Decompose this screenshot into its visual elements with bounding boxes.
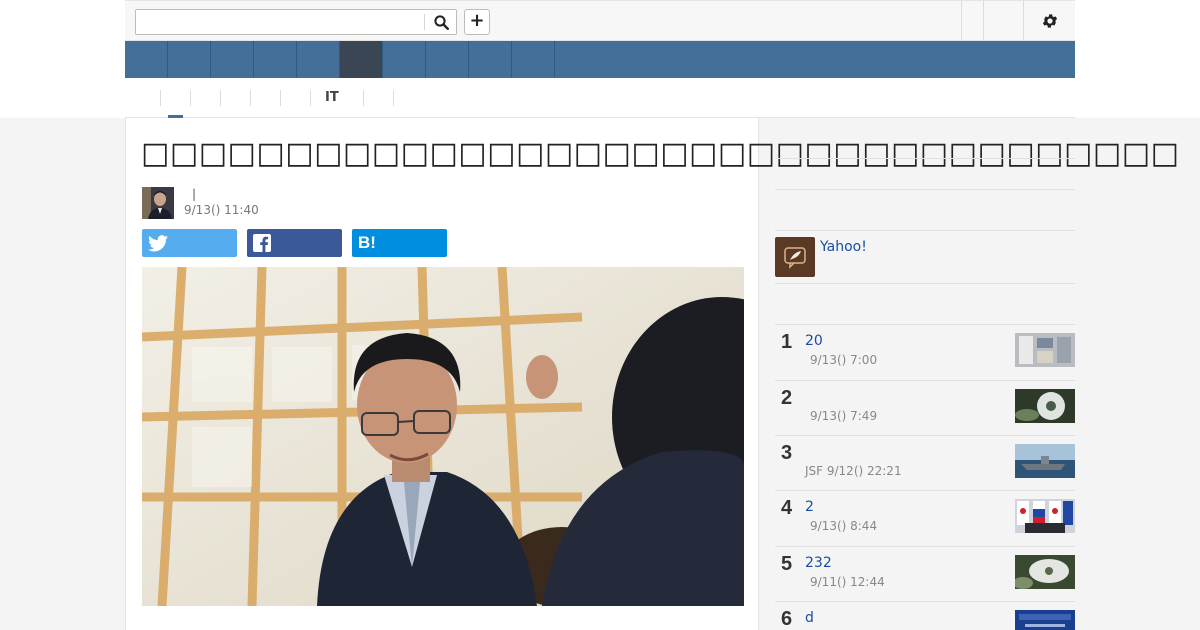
nav-item-active[interactable] [340,41,383,78]
settings-button[interactable] [1033,9,1067,33]
ranking-item[interactable]: 1 20 9/13() 7:00 [775,324,1075,379]
rank-title[interactable]: 20 [805,333,823,349]
ranking-item[interactable]: 2 9/13() 7:49 [775,380,1075,435]
nav-item[interactable] [426,41,469,78]
category-nav [125,41,1075,78]
header-divider [983,1,984,41]
header-divider [1023,1,1024,41]
feather-icon [784,247,806,269]
sidebar-divider [775,189,1075,190]
rank-thumbnail[interactable] [1015,333,1075,367]
nav-item[interactable] [125,41,168,78]
subnav-item[interactable] [160,90,175,106]
ranking-item[interactable]: 6 d [775,601,1075,630]
facebook-icon [253,234,271,252]
rank-meta: JSF 9/12() 22:21 [805,464,902,478]
rank-thumbnail[interactable] [1015,610,1075,630]
subnav-item[interactable] [393,90,408,106]
nav-item[interactable] [469,41,512,78]
header-divider [961,1,962,41]
ranking-item[interactable]: 5 232 9/11() 12:44 [775,546,1075,601]
search-icon [433,14,449,30]
sidebar: Yahoo! 1 20 9/13() 7:00 2 9/13() 7:49 3 … [775,118,1075,630]
rank-meta: 9/13() 7:49 [810,409,878,423]
author-separator: | [192,187,197,201]
rank-meta: 9/13() 8:44 [810,519,878,533]
header-bar: + [125,0,1075,41]
nav-item[interactable] [168,41,211,78]
sidebar-divider [775,283,1075,284]
subnav-item[interactable] [220,90,235,106]
rank-thumbnail[interactable] [1015,555,1075,589]
subnav-item[interactable] [280,90,295,106]
rank-number: 5 [781,553,793,575]
rank-meta: 9/13() 7:00 [810,353,878,367]
search-input[interactable] [136,10,424,34]
search-button[interactable] [428,11,454,33]
article-hero-image [142,267,744,606]
author-photo [142,187,174,219]
rank-title[interactable]: 232 [805,555,832,571]
subnav-item[interactable] [190,90,205,106]
nav-item[interactable] [254,41,297,78]
sidebar-divider [775,158,1075,159]
rank-number: 2 [781,387,793,409]
nav-item[interactable] [383,41,426,78]
subnav-item[interactable] [363,90,378,106]
nav-item[interactable] [512,41,555,78]
article-title: □□□□□□□□□□□□□□□□□□□□□□□□□□□□□□□□□□□□ [141,136,1180,171]
rank-thumbnail[interactable] [1015,499,1075,533]
twitter-share-button[interactable] [142,229,237,257]
subnav-item[interactable] [250,90,265,106]
rank-title[interactable]: d [805,610,814,626]
rank-thumbnail[interactable] [1015,444,1075,478]
gear-icon [1042,14,1058,28]
ranking-item[interactable]: 4 2 9/13() 8:44 [775,490,1075,545]
sidebar-divider [775,230,1075,231]
yahoo-author-icon[interactable] [775,237,815,277]
author-avatar[interactable] [142,187,174,219]
yahoo-link[interactable]: Yahoo! [820,239,867,255]
nav-item[interactable] [211,41,254,78]
article-timestamp: 9/13() 11:40 [184,203,259,217]
twitter-icon [148,234,168,251]
subnav-item-it[interactable]: IT [310,90,339,106]
search-box [135,9,457,35]
rank-meta: 9/11() 12:44 [810,575,885,589]
rank-number: 6 [781,608,793,630]
rank-number: 4 [781,497,793,519]
nav-item[interactable] [297,41,340,78]
rank-number: 1 [781,331,793,353]
search-divider [424,14,425,30]
facebook-share-button[interactable] [247,229,342,257]
article-panel: □□□□□□□□□□□□□□□□□□□□□□□□□□□□□□□□□□□□ | 9… [125,118,1180,630]
rank-title[interactable]: 2 [805,499,814,515]
sub-nav: IT [125,78,1075,119]
add-button[interactable]: + [464,9,490,35]
hatena-icon: B! [358,233,376,252]
hatena-bookmark-button[interactable]: B! [352,229,447,257]
rank-number: 3 [781,442,793,464]
ranking-item[interactable]: 3 JSF 9/12() 22:21 [775,435,1075,490]
rank-thumbnail[interactable] [1015,389,1075,423]
